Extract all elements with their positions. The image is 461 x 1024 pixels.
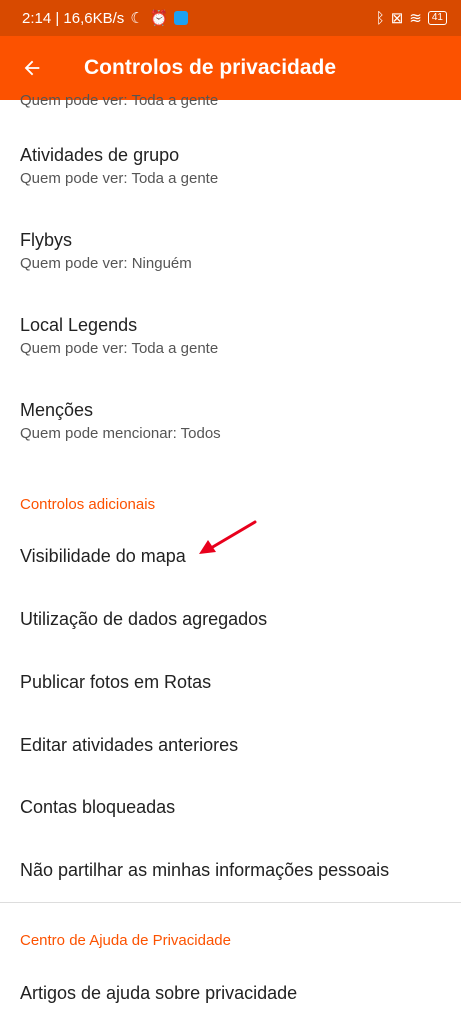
section-header-help: Centro de Ajuda de Privacidade <box>20 932 231 949</box>
status-bar: 2:14 | 16,6KB/s ☾ ⏰ ᛒ ⊠ ≋ 41 <box>0 0 461 36</box>
item-subtitle: Quem pode ver: Toda a gente <box>20 340 219 357</box>
setting-group-activities[interactable]: Atividades de grupo Quem pode ver: Toda … <box>20 145 218 187</box>
setting-mentions[interactable]: Menções Quem pode mencionar: Todos <box>20 400 221 442</box>
item-subtitle: Quem pode ver: Ninguém <box>20 255 192 272</box>
alarm-off-icon: ⏰ <box>149 10 169 27</box>
item-subtitle: Quem pode ver: Toda a gente <box>20 170 219 187</box>
item-title: Atividades de grupo <box>20 145 180 165</box>
status-time-speed: 2:14 | 16,6KB/s <box>22 9 125 27</box>
setting-map-visibility[interactable]: Visibilidade do mapa <box>20 546 186 567</box>
setting-aggregated-data[interactable]: Utilização de dados agregados <box>20 609 267 630</box>
annotation-arrow-icon <box>199 520 257 554</box>
setting-flybys[interactable]: Flybys Quem pode ver: Ninguém <box>20 230 192 272</box>
back-button[interactable] <box>0 36 64 100</box>
item-title: Flybys <box>20 230 73 250</box>
no-sim-icon: ⊠ <box>390 10 404 27</box>
cutoff-subtitle: Quem pode ver: Toda a gente <box>20 92 219 109</box>
bluetooth-icon: ᛒ <box>375 9 385 27</box>
arrow-left-icon <box>24 60 40 76</box>
twitter-icon <box>174 11 189 25</box>
setting-local-legends[interactable]: Local Legends Quem pode ver: Toda a gent… <box>20 315 218 357</box>
page-title: Controlos de privacidade <box>84 56 337 79</box>
setting-privacy-help-articles[interactable]: Artigos de ajuda sobre privacidade <box>20 983 297 1004</box>
setting-blocked-accounts[interactable]: Contas bloqueadas <box>20 797 175 818</box>
setting-do-not-share-personal-info[interactable]: Não partilhar as minhas informações pess… <box>20 860 389 881</box>
battery-icon: 41 <box>427 11 447 25</box>
app-bar: Controlos de privacidade <box>0 36 461 100</box>
wifi-icon: ≋ <box>409 10 422 27</box>
moon-icon: ☾ <box>130 10 144 27</box>
item-title: Menções <box>20 400 94 420</box>
section-header-additional: Controlos adicionais <box>20 496 156 513</box>
setting-route-photos[interactable]: Publicar fotos em Rotas <box>20 672 211 693</box>
item-subtitle: Quem pode mencionar: Todos <box>20 425 221 442</box>
divider <box>0 902 461 903</box>
item-title: Local Legends <box>20 315 138 335</box>
setting-edit-past-activities[interactable]: Editar atividades anteriores <box>20 735 238 756</box>
